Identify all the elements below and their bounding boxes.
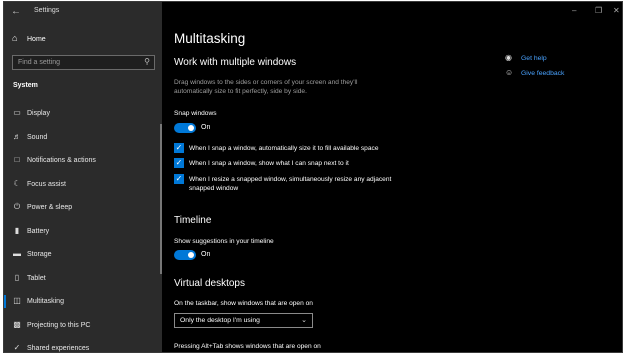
sidebar-item-tablet[interactable]: ▯ Tablet [4,267,162,291]
give-feedback-link[interactable]: Give feedback [521,70,564,77]
sidebar-item-focus-assist[interactable]: ☾ Focus assist [4,173,162,197]
sidebar-item-notifications[interactable]: □ Notifications & actions [4,149,162,173]
virtual-desktops-heading: Virtual desktops [174,278,245,289]
snap-assist-label: When I snap a window, show what I can sn… [189,160,349,167]
storage-icon: ▬ [13,249,21,258]
sidebar-item-label: Display [27,110,50,117]
sound-icon: ♬ [13,131,21,141]
snap-windows-toggle[interactable] [174,123,196,133]
alttab-label: Pressing Alt+Tab shows windows that are … [174,343,321,350]
give-feedback-icon: ☺ [505,68,514,77]
chevron-down-icon: ⌄ [301,317,307,324]
home-icon: ⌂ [12,33,18,43]
snap-fill-checkbox[interactable]: ✓ [174,143,184,153]
search-icon[interactable]: ⚲ [144,57,150,66]
sidebar-item-label: Tablet [27,274,46,282]
snap-toggle-state: On [201,124,211,131]
sidebar-section-title: System [13,82,38,89]
main-content: Multitasking Work with multiple windows … [162,2,622,352]
toggle-knob [188,125,194,131]
sidebar-item-projecting[interactable]: ▩ Projecting to this PC [4,314,162,338]
tablet-icon: ▯ [14,272,20,282]
home-label: Home [27,36,46,43]
power-icon: ⏻ [13,202,21,211]
app-title: Settings [34,7,60,14]
snap-description: Drag windows to the sides or corners of … [174,79,358,95]
shared-experiences-icon: ✓ [13,343,21,352]
snap-fill-label: When I snap a window, automatically size… [189,145,379,152]
snap-assist-checkbox[interactable]: ✓ [174,158,184,168]
sidebar-item-display[interactable]: ▭ Display [4,102,162,126]
sidebar-item-shared-experiences[interactable]: ✓ Shared experiences [4,337,162,352]
toggle-knob [188,252,194,258]
sidebar-item-multitasking[interactable]: ◫ Multitasking [4,290,162,314]
taskbar-windows-label: On the taskbar, show windows that are op… [174,300,313,307]
sidebar-item-label: Sound [27,133,48,141]
sidebar-item-label: Power & sleep [27,204,73,211]
sidebar-item-label: Projecting to this PC [27,321,91,329]
timeline-suggestions-toggle[interactable] [174,250,196,260]
notifications-icon: □ [14,155,20,164]
home-nav-item[interactable]: ⌂ Home [4,31,162,48]
multitasking-icon: ◫ [13,296,21,305]
sidebar-item-label: Battery [27,227,50,235]
taskbar-windows-dropdown[interactable]: Only the desktop I'm using ⌄ [174,313,313,328]
search-placeholder: Find a setting [18,59,61,66]
get-help-icon: ◉ [505,53,512,62]
dropdown-value: Only the desktop I'm using [180,317,260,324]
timeline-toggle-state: On [201,251,211,258]
sidebar-item-power[interactable]: ⏻ Power & sleep [4,196,162,220]
back-arrow-icon[interactable]: ← [11,6,21,17]
snap-resize-label: When I resize a snapped window, simultan… [189,176,392,192]
active-indicator [4,295,6,308]
sidebar-item-storage[interactable]: ▬ Storage [4,243,162,267]
sidebar-item-label: Shared experiences [27,345,90,352]
sidebar-item-battery[interactable]: ▮ Battery [4,220,162,244]
settings-window: ← Settings ⌂ Home Find a setting ⚲ Syste… [3,1,623,353]
projecting-icon: ▩ [13,319,21,329]
focus-assist-icon: ☾ [13,178,21,188]
timeline-heading: Timeline [174,215,212,226]
display-icon: ▭ [13,108,21,117]
snap-resize-checkbox[interactable]: ✓ [174,174,184,184]
sidebar-nav: ▭ Display ♬ Sound □ Notifications & acti… [4,102,162,352]
battery-icon: ▮ [14,225,20,235]
search-input[interactable]: Find a setting ⚲ [12,55,155,70]
snap-toggle-label: Snap windows [174,110,217,117]
sidebar-item-label: Focus assist [27,180,66,188]
sidebar-item-sound[interactable]: ♬ Sound [4,126,162,150]
page-title: Multitasking [174,31,246,46]
get-help-link[interactable]: Get help [521,55,547,62]
sidebar-item-label: Multitasking [27,298,64,305]
sidebar: ← Settings ⌂ Home Find a setting ⚲ Syste… [4,2,162,352]
timeline-toggle-label: Show suggestions in your timeline [174,238,274,245]
title-bar: ← Settings [4,2,162,22]
snap-heading: Work with multiple windows [174,57,297,68]
sidebar-item-label: Storage [27,251,52,258]
sidebar-item-label: Notifications & actions [27,157,96,164]
